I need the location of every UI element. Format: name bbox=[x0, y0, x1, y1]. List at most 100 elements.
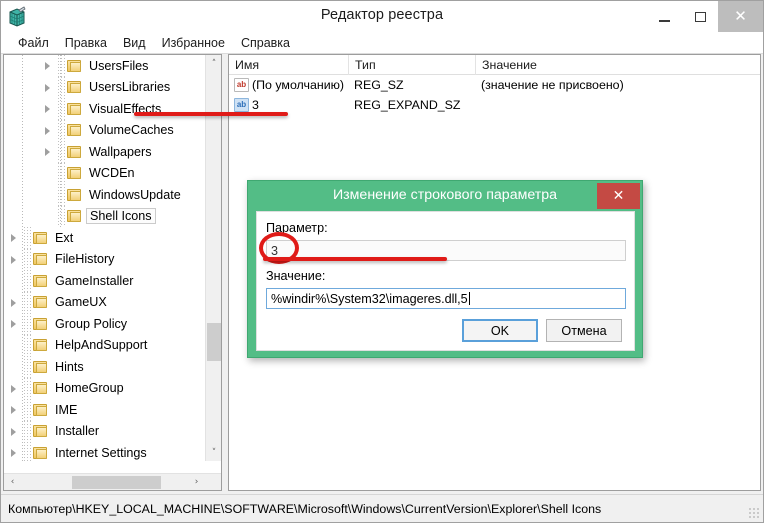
tree-item-homegroup[interactable]: HomeGroup bbox=[4, 377, 207, 399]
tree-connector bbox=[22, 356, 32, 378]
chevron-right-icon[interactable] bbox=[42, 145, 55, 158]
tree-item-userslibraries[interactable]: UsersLibraries bbox=[4, 76, 207, 98]
column-header-value[interactable]: Значение bbox=[476, 55, 760, 75]
tree-vertical-scroll-thumb[interactable] bbox=[207, 323, 221, 361]
tree-connector bbox=[56, 162, 66, 184]
tree-scroll-up-button[interactable]: ˄ bbox=[206, 55, 221, 72]
tree-horizontal-scrollbar[interactable]: ‹ › bbox=[4, 473, 221, 490]
tree-item-label: HomeGroup bbox=[55, 381, 124, 396]
tree-horizontal-scroll-thumb[interactable] bbox=[72, 476, 161, 489]
tree-leaf-spacer bbox=[42, 210, 55, 223]
menu-item-help[interactable]: Справка bbox=[233, 34, 298, 52]
chevron-right-icon[interactable] bbox=[8, 253, 21, 266]
dialog-close-icon: ✕ bbox=[612, 188, 625, 204]
chevron-right-icon[interactable] bbox=[8, 317, 21, 330]
value-type-cell: REG_EXPAND_SZ bbox=[354, 98, 461, 112]
tree-scroll-down-button[interactable]: ˅ bbox=[206, 444, 221, 461]
chevron-right-icon[interactable] bbox=[42, 81, 55, 94]
ab-string-icon: ab bbox=[234, 98, 249, 112]
tree-item-windowsupdate[interactable]: WindowsUpdate bbox=[4, 184, 207, 206]
value-label: Значение: bbox=[266, 269, 326, 283]
close-icon: ✕ bbox=[734, 7, 747, 25]
tree-connector bbox=[56, 55, 66, 77]
minimize-button[interactable] bbox=[646, 1, 682, 32]
tree-item-label: Shell Icons bbox=[86, 208, 156, 225]
tree-item-hints[interactable]: Hints bbox=[4, 356, 207, 378]
title-bar: Редактор реестра ✕ bbox=[1, 1, 763, 32]
status-bar: Компьютер\HKEY_LOCAL_MACHINE\SOFTWARE\Mi… bbox=[1, 494, 763, 522]
folder-icon bbox=[66, 59, 83, 73]
tree-connector bbox=[22, 334, 32, 356]
content-area: UsersFiles UsersLibraries VisualEffects Vol… bbox=[1, 54, 763, 494]
folder-icon bbox=[66, 80, 83, 94]
tree-connector bbox=[22, 399, 32, 421]
tree-item-volumecaches[interactable]: VolumeCaches bbox=[4, 119, 207, 141]
tree-item-label: Group Policy bbox=[55, 316, 128, 331]
tree-item-filehistory[interactable]: FileHistory bbox=[4, 248, 207, 270]
tree-item-wcden[interactable]: WCDEn bbox=[4, 162, 207, 184]
folder-icon bbox=[32, 295, 49, 309]
close-button[interactable]: ✕ bbox=[718, 1, 763, 32]
tree-item-gameux[interactable]: GameUX bbox=[4, 291, 207, 313]
cancel-button[interactable]: Отмена bbox=[546, 319, 622, 342]
tree-item-usersfiles[interactable]: UsersFiles bbox=[4, 55, 207, 77]
tree-item-ext[interactable]: Ext bbox=[4, 227, 207, 249]
tree-connector bbox=[56, 98, 66, 120]
dialog-title: Изменение строкового параметра bbox=[332, 187, 558, 203]
value-row[interactable]: ab (По умолчанию) REG_SZ (значение не присв… bbox=[229, 75, 760, 95]
column-header-name[interactable]: Имя bbox=[229, 55, 349, 75]
tree-item-installer[interactable]: Installer bbox=[4, 420, 207, 442]
tree-item-shell-icons[interactable]: Shell Icons bbox=[4, 205, 207, 227]
tree-item-ime[interactable]: IME bbox=[4, 399, 207, 421]
menu-item-favorites[interactable]: Избранное bbox=[154, 34, 233, 52]
chevron-right-icon[interactable] bbox=[8, 231, 21, 244]
tree-item-label: Installer bbox=[55, 424, 100, 439]
folder-icon bbox=[32, 424, 49, 438]
tree-item-label: FileHistory bbox=[55, 252, 115, 267]
tree-item-wallpapers[interactable]: Wallpapers bbox=[4, 141, 207, 163]
chevron-right-icon[interactable] bbox=[8, 425, 21, 438]
tree-scroll-right-button[interactable]: › bbox=[188, 474, 205, 490]
tree-item-internet-settings[interactable]: Internet Settings bbox=[4, 442, 207, 461]
folder-icon bbox=[32, 403, 49, 417]
values-column-header: Имя Тип Значение bbox=[229, 55, 760, 75]
tree-item-label: Hints bbox=[55, 359, 84, 374]
annotation-underline-value-data bbox=[263, 257, 447, 261]
tree-item-group-policy[interactable]: Group Policy bbox=[4, 313, 207, 335]
folder-icon bbox=[32, 231, 49, 245]
chevron-right-icon[interactable] bbox=[42, 124, 55, 137]
dialog-title-bar: Изменение строкового параметра ✕ bbox=[248, 181, 642, 211]
tree-connector bbox=[22, 227, 32, 249]
tree-item-helpandsupport[interactable]: HelpAndSupport bbox=[4, 334, 207, 356]
folder-icon bbox=[32, 274, 49, 288]
tree-leaf-spacer bbox=[8, 274, 21, 287]
folder-icon bbox=[32, 446, 49, 460]
tree-connector bbox=[22, 377, 32, 399]
value-data-input[interactable]: %windir%\System32\imageres.dll,5 bbox=[266, 288, 626, 309]
tree-scroll-left-button[interactable]: ‹ bbox=[4, 474, 21, 490]
value-row[interactable]: ab 3 REG_EXPAND_SZ bbox=[229, 95, 760, 115]
resize-grip[interactable] bbox=[748, 507, 760, 519]
tree-item-visualeffects[interactable]: VisualEffects bbox=[4, 98, 207, 120]
dialog-close-button[interactable]: ✕ bbox=[597, 183, 640, 209]
minimize-icon bbox=[658, 19, 670, 22]
chevron-right-icon[interactable] bbox=[42, 59, 55, 72]
tree-item-gameinstaller[interactable]: GameInstaller bbox=[4, 270, 207, 292]
chevron-right-icon[interactable] bbox=[8, 382, 21, 395]
chevron-right-icon[interactable] bbox=[8, 403, 21, 416]
maximize-button[interactable] bbox=[682, 1, 718, 32]
tree-leaf-spacer bbox=[42, 188, 55, 201]
menu-item-edit[interactable]: Правка bbox=[57, 34, 115, 52]
ok-button[interactable]: OK bbox=[462, 319, 538, 342]
menu-item-view[interactable]: Вид bbox=[115, 34, 154, 52]
menu-item-file[interactable]: Файл bbox=[10, 34, 57, 52]
tree-connector bbox=[22, 313, 32, 335]
tree-item-label: WindowsUpdate bbox=[89, 187, 181, 202]
chevron-right-icon[interactable] bbox=[8, 296, 21, 309]
column-header-type[interactable]: Тип bbox=[349, 55, 476, 75]
tree-connector bbox=[22, 442, 32, 461]
chevron-right-icon[interactable] bbox=[8, 446, 21, 459]
folder-icon bbox=[32, 317, 49, 331]
chevron-right-icon[interactable] bbox=[42, 102, 55, 115]
value-type-cell: REG_SZ bbox=[354, 78, 404, 92]
